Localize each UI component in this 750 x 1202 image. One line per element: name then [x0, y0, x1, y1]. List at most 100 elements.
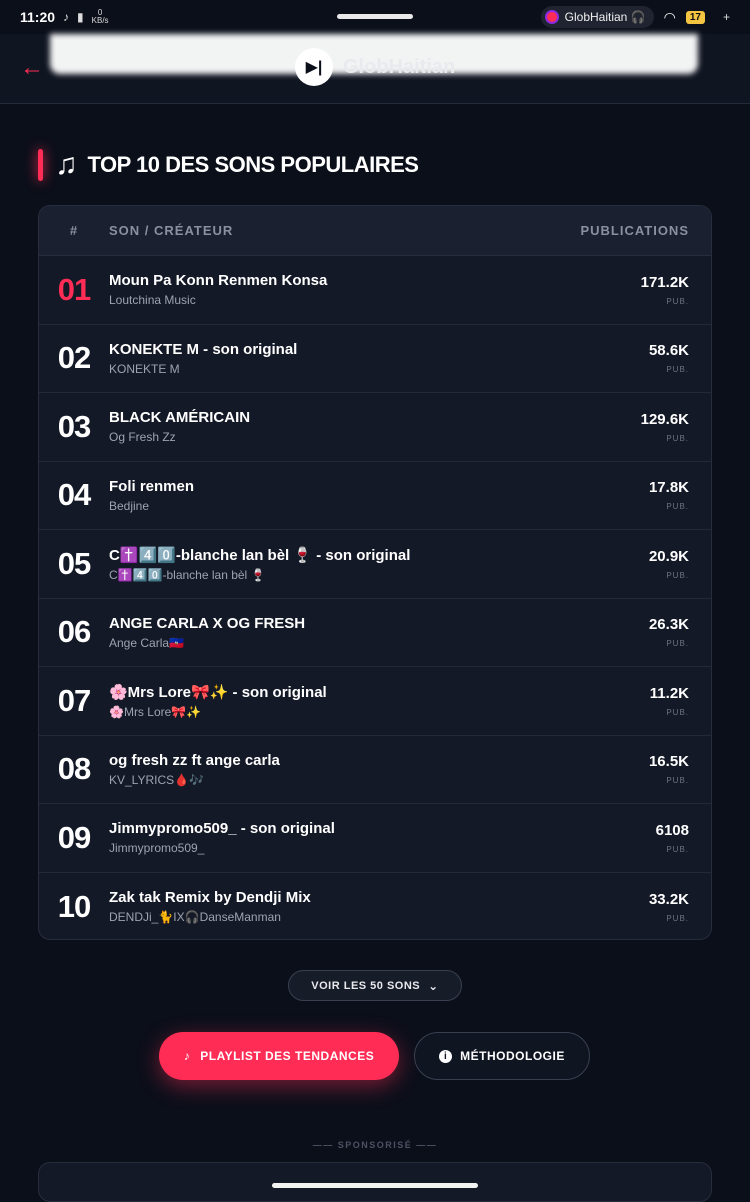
song-creator: 🌸Mrs Lore🎀✨: [109, 704, 202, 719]
rank-number: 04: [57, 477, 91, 513]
song-creator: Loutchina Music: [109, 293, 196, 308]
rank-number: 01: [57, 271, 91, 307]
table-row[interactable]: 09 Jimmypromo509_ - son original Jimmyprom…: [39, 804, 711, 873]
table-row[interactable]: 02 KONEKTE M - son original KONEKTE M 58.6K…: [39, 325, 711, 393]
publication-value: 17.8K: [648, 479, 689, 497]
publication-unit: PUB.: [666, 776, 689, 786]
see-all-label: VOIR LES 50 SONS: [311, 979, 421, 992]
sponsor-card[interactable]: [38, 1162, 712, 1202]
song-info: Zak tak Remix by Dendji Mix DENDJi_🐈IX🎧Da…: [109, 889, 649, 924]
music-note-icon: ♫: [55, 148, 78, 181]
song-creator: Ange Carla🇭🇹: [109, 635, 184, 650]
table-row[interactable]: 08 og fresh zz ft ange carla KV_LYRICS🩸🎶 16…: [39, 736, 711, 804]
publication-value: 26.3K: [648, 616, 689, 634]
info-icon: i: [439, 1049, 453, 1063]
song-info: 🌸Mrs Lore🎀✨ - son original 🌸Mrs Lore🎀✨: [109, 683, 650, 719]
publication-count: 20.9K PUB.: [649, 548, 711, 580]
song-creator: KV_LYRICS🩸🎶: [109, 772, 205, 787]
song-title: Zak tak Remix by Dendji Mix: [109, 889, 311, 907]
song-info: C✝️4️⃣0️⃣-blanche lan bèl 🍷 - son origin…: [109, 546, 649, 582]
tiktok-icon: ♪: [183, 1049, 191, 1063]
rank-number: 09: [57, 819, 91, 855]
rank-number: 03: [57, 408, 91, 444]
song-creator: KONEKTE M: [109, 361, 180, 376]
arrow-left-icon[interactable]: ←: [20, 54, 44, 82]
table-row[interactable]: 04 Foli renmen Bedjine 17.8K PUB.: [39, 462, 711, 530]
section-title: ♫ TOP 10 DES SONS POPULAIRES: [38, 148, 419, 182]
chevron-down-icon: ⌄: [428, 978, 439, 993]
rank-number: 08: [57, 751, 91, 787]
charging-plus-icon: +: [722, 10, 730, 24]
net-speed-unit: KB/s: [91, 16, 109, 25]
publication-value: 20.9K: [648, 547, 689, 565]
song-title: Moun Pa Konn Renmen Konsa: [109, 272, 328, 290]
media-chip[interactable]: GlobHaitian 🎧: [540, 6, 654, 28]
song-title: Foli renmen: [109, 477, 195, 495]
home-indicator[interactable]: [272, 1183, 478, 1188]
playlist-label: PLAYLIST DES TENDANCES: [200, 1049, 375, 1063]
song-title: ANGE CARLA X OG FRESH: [109, 614, 306, 632]
rank-number: 02: [57, 340, 91, 376]
rank-number: 07: [57, 682, 91, 718]
app-bar: ← ▶| GlobHaitian: [0, 34, 750, 104]
song-info: Foli renmen Bedjine: [109, 478, 649, 513]
song-title: KONEKTE M - son original: [109, 340, 298, 358]
song-creator: DENDJi_🐈IX🎧DanseManman: [109, 910, 281, 925]
song-creator: Jimmypromo509_: [109, 841, 205, 856]
rank-number: 10: [57, 888, 91, 924]
publication-value: 129.6K: [640, 410, 689, 428]
table-row[interactable]: 05 C✝️4️⃣0️⃣-blanche lan bèl 🍷 - son orig…: [39, 530, 711, 599]
song-title: og fresh zz ft ange carla: [109, 751, 280, 769]
tiktok-icon: ♪: [63, 10, 70, 24]
methodology-button[interactable]: i MÉTHODOLOGIE: [414, 1032, 590, 1080]
table-row[interactable]: 10 Zak tak Remix by Dendji Mix DENDJi_🐈IX🎧…: [39, 873, 711, 940]
publication-unit: PUB.: [666, 365, 689, 375]
status-time: 11:20: [20, 9, 56, 25]
sponsor-label: —— SPONSORISÉ ——: [312, 1140, 438, 1150]
publication-unit: PUB.: [666, 433, 689, 443]
song-info: ANGE CARLA X OG FRESH Ange Carla🇭🇹: [109, 615, 649, 650]
see-all-sounds-button[interactable]: VOIR LES 50 SONS ⌄: [288, 970, 462, 1001]
song-title: C✝️4️⃣0️⃣-blanche lan bèl 🍷 - son origin…: [109, 546, 411, 564]
battery-icon: 17: [685, 10, 705, 24]
song-info: Jimmypromo509_ - son original Jimmypromo5…: [109, 820, 656, 855]
publication-value: 6108: [655, 821, 689, 839]
col-publications-header: PUBLICATIONS: [580, 223, 689, 238]
table-header: # SON / CRÉATEUR PUBLICATIONS: [39, 206, 711, 256]
table-body: 01 Moun Pa Konn Renmen Konsa Loutchina Mus…: [39, 256, 711, 940]
battery-saver-icon: ▮: [77, 10, 84, 24]
table-row[interactable]: 01 Moun Pa Konn Renmen Konsa Loutchina Mus…: [39, 256, 711, 325]
publication-count: 171.2K PUB.: [641, 274, 711, 306]
publication-count: 17.8K PUB.: [649, 479, 711, 511]
publication-count: 6108 PUB.: [656, 822, 711, 854]
publication-unit: PUB.: [666, 913, 689, 923]
publication-unit: PUB.: [666, 296, 689, 306]
rank-number: 05: [57, 545, 91, 581]
brand[interactable]: ▶| GlobHaitian: [295, 48, 455, 86]
publication-value: 16.5K: [648, 753, 689, 771]
song-title: BLACK AMÉRICAIN: [109, 409, 251, 427]
table-row[interactable]: 03 BLACK AMÉRICAIN Og Fresh Zz 129.6K PUB.: [39, 393, 711, 462]
publication-value: 171.2K: [640, 273, 689, 291]
trending-playlist-button[interactable]: ♪ PLAYLIST DES TENDANCES: [159, 1032, 399, 1080]
publication-count: 11.2K PUB.: [650, 685, 711, 717]
table-row[interactable]: 07 🌸Mrs Lore🎀✨ - son original 🌸Mrs Lore🎀✨ 1…: [39, 667, 711, 736]
media-chip-label: GlobHaitian 🎧: [564, 10, 646, 24]
publication-unit: PUB.: [666, 570, 689, 580]
song-info: BLACK AMÉRICAIN Og Fresh Zz: [109, 409, 641, 444]
methodology-label: MÉTHODOLOGIE: [460, 1049, 565, 1063]
title-accent-bar: [38, 149, 43, 181]
publication-count: 58.6K PUB.: [649, 342, 711, 374]
song-info: Moun Pa Konn Renmen Konsa Loutchina Music: [109, 272, 641, 307]
table-row[interactable]: 06 ANGE CARLA X OG FRESH Ange Carla🇭🇹 26.3K…: [39, 599, 711, 667]
publication-value: 33.2K: [648, 890, 689, 908]
status-bar: 11:20 ♪ ▮ 0 KB/s GlobHaitian 🎧 ◠ 17 +: [0, 0, 750, 34]
publication-value: 11.2K: [649, 684, 689, 702]
publication-count: 26.3K PUB.: [649, 616, 711, 648]
song-creator: Og Fresh Zz: [109, 430, 176, 445]
wifi-icon: ◠: [663, 8, 676, 25]
publication-count: 129.6K PUB.: [641, 411, 711, 443]
song-info: KONEKTE M - son original KONEKTE M: [109, 341, 649, 376]
multitask-pill[interactable]: [337, 14, 413, 19]
publication-unit: PUB.: [666, 639, 689, 649]
